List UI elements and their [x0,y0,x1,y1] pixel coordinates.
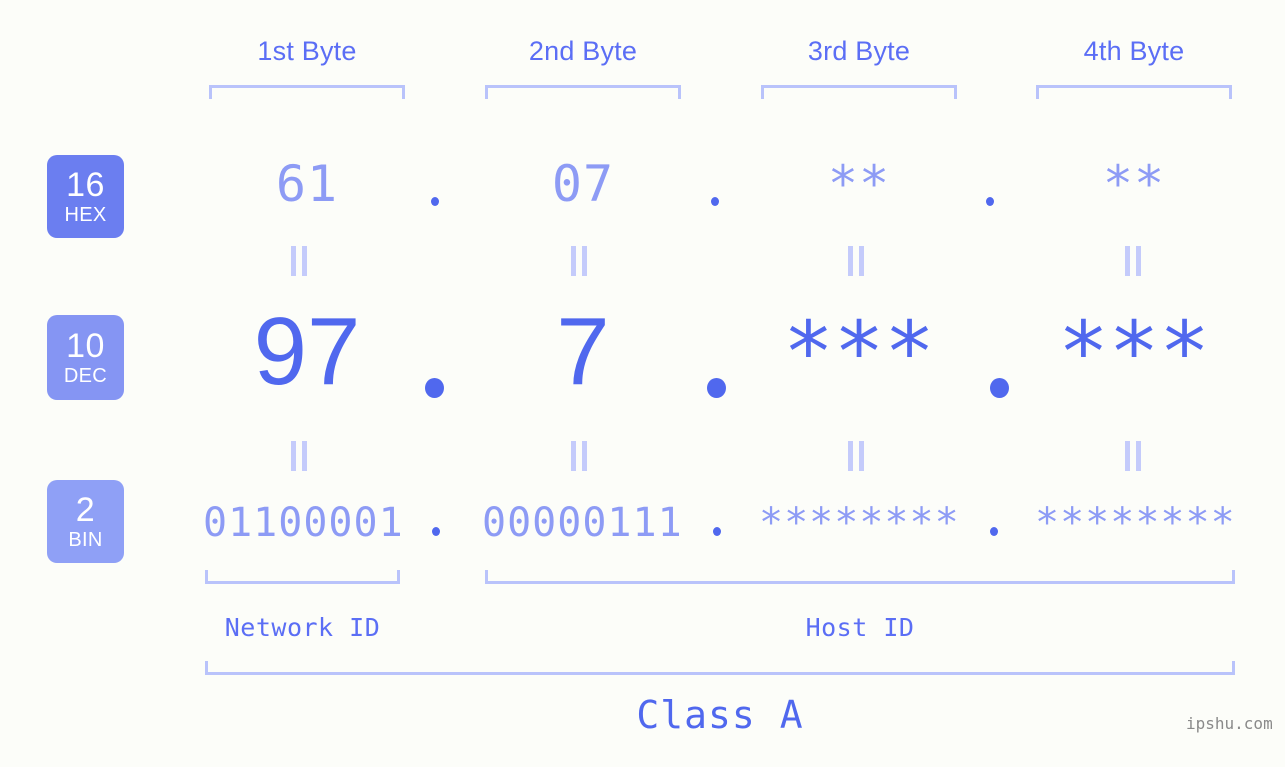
equivalence-bar [1136,441,1141,471]
byte-bracket-1 [209,85,405,99]
bin-dot-1 [432,527,440,536]
bin-byte-4: ******** [1035,500,1236,546]
byte-header-2-label: 2nd Byte [528,36,638,66]
bin-byte-3: ******** [759,500,960,546]
equivalence-mark-hex-dec-4 [1125,246,1141,276]
equivalence-bar [291,246,296,276]
base-badge-bin[interactable]: 2 BIN [47,480,124,563]
equivalence-bar [571,246,576,276]
equivalence-bar [582,246,587,276]
dec-byte-3: *** [783,303,935,401]
hex-byte-2: 07 [551,155,615,213]
dec-dot-1 [425,378,444,398]
bin-dot-3 [990,527,998,536]
network-id-label: Network ID [224,613,381,642]
network-id-bracket [205,570,400,584]
equivalence-bar [1125,441,1130,471]
equivalence-bar [571,441,576,471]
byte-bracket-2 [485,85,681,99]
equivalence-mark-dec-bin-4 [1125,441,1141,471]
ip-address-breakdown-diagram: 1st Byte 2nd Byte 3rd Byte 4th Byte 16 H… [0,0,1285,767]
hex-byte-3: ** [827,155,891,213]
byte-header-1-label: 1st Byte [257,36,357,66]
base-badge-bin-label: BIN [68,529,103,551]
byte-header-4: 4th Byte [1036,36,1232,67]
equivalence-bar [582,441,587,471]
dec-byte-2: 7 [556,298,610,405]
dec-dot-2 [707,378,726,398]
equivalence-bar [1136,246,1141,276]
hex-dot-1 [431,197,439,206]
hex-byte-4: ** [1102,155,1166,213]
base-badge-hex-number: 16 [66,166,105,204]
base-badge-dec-number: 10 [66,327,105,365]
byte-header-3: 3rd Byte [761,36,957,67]
equivalence-bar [859,441,864,471]
base-badge-hex[interactable]: 16 HEX [47,155,124,238]
hex-dot-3 [986,197,994,206]
equivalence-bar [848,441,853,471]
equivalence-bar [302,441,307,471]
bin-byte-1: 01100001 [203,500,404,546]
equivalence-mark-dec-bin-3 [848,441,864,471]
site-watermark: ipshu.com [1186,714,1273,733]
base-badge-dec[interactable]: 10 DEC [47,315,124,400]
equivalence-bar [302,246,307,276]
byte-bracket-4 [1036,85,1232,99]
bin-byte-2: 00000111 [482,500,683,546]
dec-byte-1: 97 [253,298,361,405]
host-id-bracket [485,570,1235,584]
base-badge-dec-label: DEC [63,365,108,387]
class-bracket [205,661,1235,675]
equivalence-mark-dec-bin-2 [571,441,587,471]
equivalence-bar [1125,246,1130,276]
equivalence-mark-hex-dec-2 [571,246,587,276]
base-badge-bin-number: 2 [75,491,96,529]
base-badge-hex-label: HEX [64,204,107,226]
class-label: Class A [636,693,804,737]
equivalence-bar [848,246,853,276]
hex-byte-1: 61 [275,155,339,213]
equivalence-mark-hex-dec-1 [291,246,307,276]
equivalence-bar [291,441,296,471]
byte-header-4-label: 4th Byte [1083,36,1185,66]
equivalence-mark-dec-bin-1 [291,441,307,471]
host-id-label: Host ID [805,613,915,642]
byte-bracket-3 [761,85,957,99]
hex-dot-2 [711,197,719,206]
byte-header-3-label: 3rd Byte [807,36,911,66]
dec-byte-4: *** [1058,303,1210,401]
equivalence-bar [859,246,864,276]
byte-header-2: 2nd Byte [485,36,681,67]
bin-dot-2 [713,527,721,536]
byte-header-1: 1st Byte [209,36,405,67]
dec-dot-3 [990,378,1009,398]
equivalence-mark-hex-dec-3 [848,246,864,276]
